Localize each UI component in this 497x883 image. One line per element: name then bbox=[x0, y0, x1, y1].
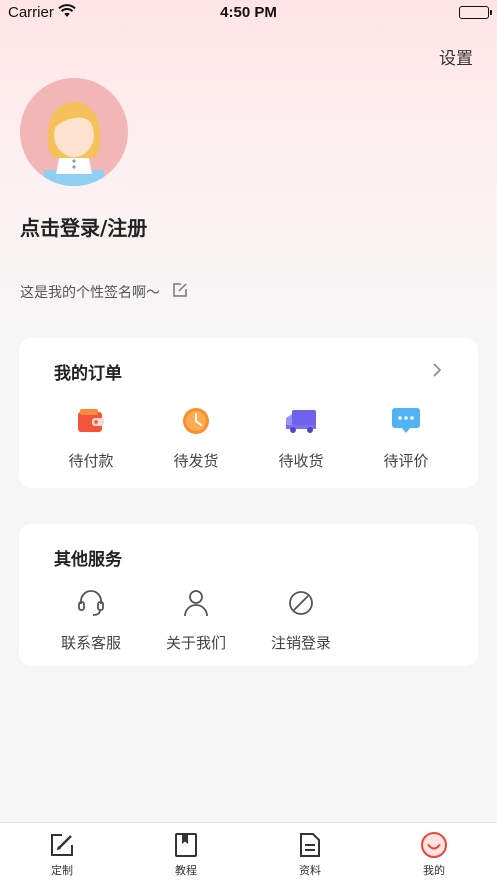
comment-icon bbox=[361, 404, 451, 438]
tab-tutorial[interactable]: 教程 bbox=[146, 831, 226, 878]
clock-icon bbox=[151, 404, 241, 438]
ban-icon bbox=[256, 586, 346, 620]
order-item-label: 待收货 bbox=[278, 452, 324, 470]
status-bar: Carrier 4:50 PM bbox=[0, 0, 497, 26]
about-us-button[interactable]: 关于我们 bbox=[151, 586, 241, 653]
smile-icon bbox=[394, 831, 474, 859]
settings-button[interactable]: 设置 bbox=[439, 44, 473, 69]
tab-label: 教程 bbox=[175, 864, 197, 877]
orders-title: 我的订单 bbox=[54, 364, 122, 384]
order-item-label: 待发货 bbox=[173, 452, 219, 470]
wallet-icon bbox=[46, 404, 136, 438]
edit-icon[interactable] bbox=[172, 282, 188, 302]
service-item-label: 联系客服 bbox=[60, 634, 121, 652]
orders-card: 我的订单 待付款 待发货 待收货 待评价 bbox=[19, 338, 478, 488]
logout-button[interactable]: 注销登录 bbox=[256, 586, 346, 653]
order-pending-review[interactable]: 待评价 bbox=[361, 404, 451, 471]
tab-materials[interactable]: 资料 bbox=[270, 831, 350, 878]
avatar[interactable] bbox=[20, 78, 128, 186]
tab-bar: 定制 教程 资料 我的 bbox=[0, 822, 497, 883]
chevron-right-icon[interactable] bbox=[432, 362, 442, 381]
tab-label: 我的 bbox=[423, 864, 445, 877]
headset-icon bbox=[46, 586, 136, 620]
login-register-link[interactable]: 点击登录/注册 bbox=[20, 212, 147, 241]
order-pending-payment[interactable]: 待付款 bbox=[46, 404, 136, 471]
tab-label: 资料 bbox=[299, 864, 321, 877]
services-title: 其他服务 bbox=[54, 550, 122, 570]
person-icon bbox=[151, 586, 241, 620]
services-card: 其他服务 联系客服 关于我们 注销登录 bbox=[19, 524, 478, 666]
tab-customize[interactable]: 定制 bbox=[22, 831, 102, 878]
truck-icon bbox=[256, 404, 346, 438]
signature-row[interactable]: 这是我的个性签名啊～ bbox=[20, 282, 188, 302]
bookmark-book-icon bbox=[146, 831, 226, 859]
order-pending-receipt[interactable]: 待收货 bbox=[256, 404, 346, 471]
service-item-label: 注销登录 bbox=[270, 634, 331, 652]
order-pending-shipment[interactable]: 待发货 bbox=[151, 404, 241, 471]
signature-text: 这是我的个性签名啊～ bbox=[20, 285, 160, 301]
tab-mine[interactable]: 我的 bbox=[394, 831, 474, 878]
document-icon bbox=[270, 831, 350, 859]
contact-support-button[interactable]: 联系客服 bbox=[46, 586, 136, 653]
order-item-label: 待付款 bbox=[68, 452, 114, 470]
battery-icon bbox=[459, 6, 492, 19]
order-item-label: 待评价 bbox=[383, 452, 429, 470]
status-time: 4:50 PM bbox=[220, 4, 277, 21]
service-item-label: 关于我们 bbox=[165, 634, 226, 652]
tab-label: 定制 bbox=[51, 864, 73, 877]
edit-square-icon bbox=[22, 831, 102, 859]
